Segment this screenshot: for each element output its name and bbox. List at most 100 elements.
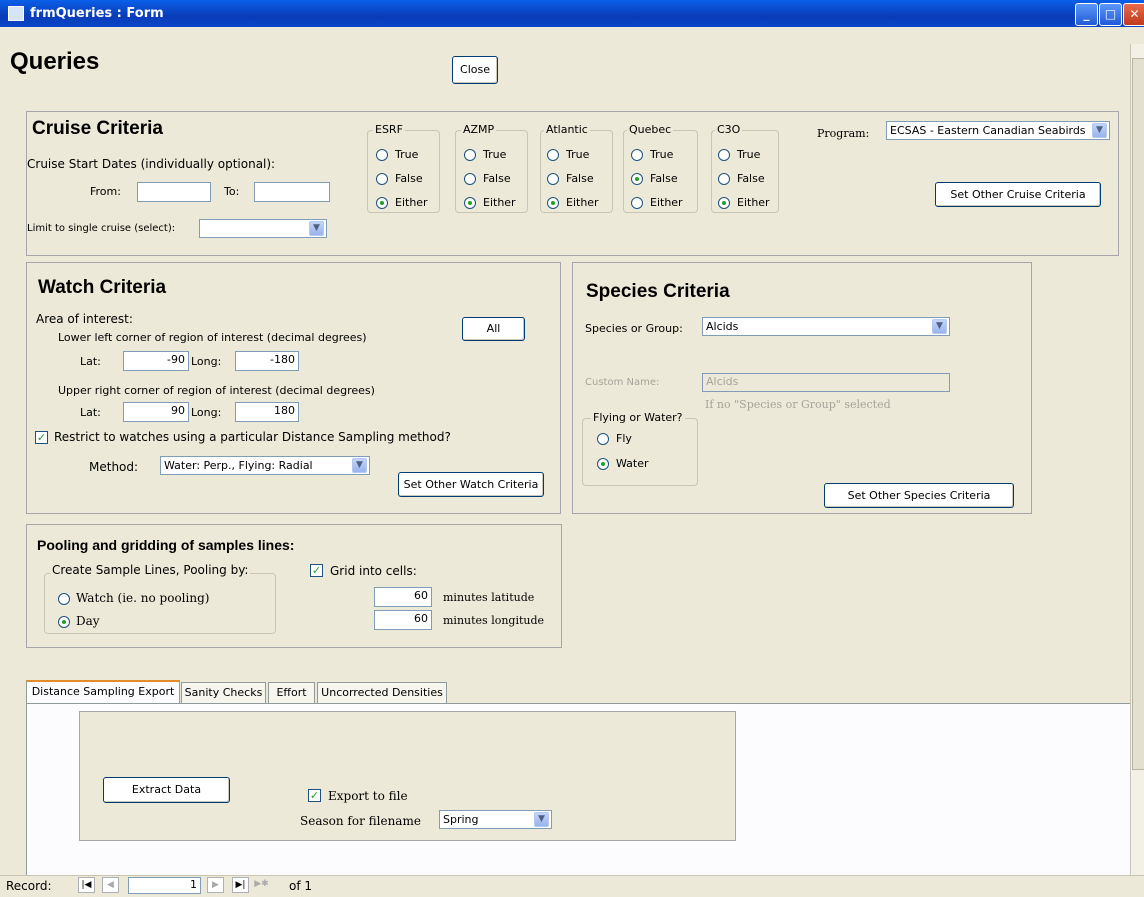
close-window-button[interactable]: ✕ (1123, 3, 1144, 26)
quebec-true-radio[interactable] (631, 149, 643, 161)
all-button[interactable]: All (462, 317, 525, 341)
cruise-criteria-heading: Cruise Criteria (32, 118, 163, 139)
c3o-false-radio[interactable] (718, 173, 730, 185)
tab-sanity-checks[interactable]: Sanity Checks (181, 682, 266, 704)
restrict-checkbox[interactable]: ✓ (35, 431, 48, 444)
upper-lat-input[interactable]: 90 (123, 402, 189, 422)
atlantic-false-radio[interactable] (547, 173, 559, 185)
c3o-label: C3O (715, 123, 743, 136)
atlantic-either-radio[interactable] (547, 197, 559, 209)
pooling-heading: Pooling and gridding of samples lines: (37, 537, 295, 553)
first-record-icon[interactable]: |◀ (78, 877, 95, 893)
fly-label: Fly (616, 432, 632, 445)
c3o-either-radio[interactable] (718, 197, 730, 209)
from-label: From: (90, 185, 121, 198)
azmp-false-radio[interactable] (464, 173, 476, 185)
c3o-false-label: False (737, 172, 765, 185)
grid-label: Grid into cells: (330, 564, 417, 578)
close-form-button[interactable]: Close (452, 56, 498, 84)
long-minutes-input[interactable]: 60 (374, 610, 432, 630)
upper-long-label: Long: (191, 406, 222, 419)
atlantic-false-label: False (566, 172, 594, 185)
set-other-watch-criteria-button[interactable]: Set Other Watch Criteria (398, 472, 544, 497)
minimize-button[interactable]: _ (1075, 3, 1098, 26)
tab-uncorrected-densities[interactable]: Uncorrected Densities (317, 682, 447, 704)
azmp-either-radio[interactable] (464, 197, 476, 209)
window-title: frmQueries : Form (30, 6, 164, 21)
esrf-either-radio[interactable] (376, 197, 388, 209)
c3o-true-label: True (737, 148, 761, 161)
vertical-scrollbar[interactable] (1130, 44, 1144, 875)
method-label: Method: (89, 460, 139, 474)
species-group-select[interactable]: Alcids (702, 317, 950, 336)
lat-minutes-input[interactable]: 60 (374, 587, 432, 607)
quebec-false-label: False (650, 172, 678, 185)
quebec-label: Quebec (627, 123, 674, 136)
program-dropdown-icon[interactable]: ▼ (1092, 123, 1107, 138)
c3o-true-radio[interactable] (718, 149, 730, 161)
lat-minutes-label: minutes latitude (443, 591, 535, 604)
upper-lat-label: Lat: (80, 406, 101, 419)
species-dropdown-icon[interactable]: ▼ (932, 319, 947, 334)
lower-lat-label: Lat: (80, 355, 101, 368)
restrict-label: Restrict to watches using a particular D… (54, 430, 451, 444)
esrf-true-radio[interactable] (376, 149, 388, 161)
season-dropdown-icon[interactable]: ▼ (534, 812, 549, 827)
form-icon (8, 6, 24, 21)
custom-name-input[interactable]: Alcids (702, 373, 950, 392)
lower-long-label: Long: (191, 355, 222, 368)
set-other-cruise-criteria-button[interactable]: Set Other Cruise Criteria (935, 182, 1101, 207)
lower-left-label: Lower left corner of region of interest … (58, 331, 367, 344)
esrf-false-label: False (395, 172, 423, 185)
last-record-icon[interactable]: ▶| (232, 877, 249, 893)
extract-data-button[interactable]: Extract Data (103, 777, 230, 803)
record-number-input[interactable]: 1 (128, 877, 201, 894)
maximize-button[interactable]: □ (1099, 3, 1122, 26)
quebec-false-radio[interactable] (631, 173, 643, 185)
atlantic-true-label: True (566, 148, 590, 161)
lower-long-input[interactable]: -180 (235, 351, 299, 371)
record-label: Record: (6, 879, 52, 893)
esrf-either-label: Either (395, 196, 428, 209)
title-bar: frmQueries : Form _ □ ✕ (0, 0, 1144, 27)
single-cruise-select[interactable] (199, 219, 327, 238)
flying-water-label: Flying or Water? (591, 411, 685, 424)
method-dropdown-icon[interactable]: ▼ (352, 458, 367, 473)
pool-watch-radio[interactable] (58, 593, 70, 605)
atlantic-true-radio[interactable] (547, 149, 559, 161)
fly-radio[interactable] (597, 433, 609, 445)
quebec-either-label: Either (650, 196, 683, 209)
custom-name-note: If no "Species or Group" selected (705, 398, 891, 411)
export-checkbox[interactable]: ✓ (308, 789, 321, 802)
create-sample-lines-label: Create Sample Lines, Pooling by: (50, 563, 251, 577)
scrollbar-thumb[interactable] (1132, 58, 1144, 770)
azmp-label: AZMP (461, 123, 497, 136)
c3o-either-label: Either (737, 196, 770, 209)
esrf-false-radio[interactable] (376, 173, 388, 185)
set-other-species-criteria-button[interactable]: Set Other Species Criteria (824, 483, 1014, 508)
lower-lat-input[interactable]: -90 (123, 351, 189, 371)
custom-name-label: Custom Name: (585, 377, 660, 388)
water-radio[interactable] (597, 458, 609, 470)
program-select[interactable]: ECSAS - Eastern Canadian Seabirds (886, 121, 1110, 140)
tab-effort[interactable]: Effort (268, 682, 315, 704)
single-cruise-dropdown-icon[interactable]: ▼ (309, 221, 324, 236)
previous-record-icon[interactable]: ◀ (102, 877, 119, 893)
record-count-label: of 1 (289, 879, 313, 893)
azmp-true-radio[interactable] (464, 149, 476, 161)
pool-day-radio[interactable] (58, 616, 70, 628)
export-label: Export to file (328, 789, 408, 803)
water-label: Water (616, 457, 649, 470)
upper-long-input[interactable]: 180 (235, 402, 299, 422)
tab-distance-sampling-export[interactable]: Distance Sampling Export (26, 680, 180, 704)
to-date-input[interactable] (254, 182, 330, 202)
program-label: Program: (817, 127, 870, 140)
grid-checkbox[interactable]: ✓ (310, 564, 323, 577)
azmp-either-label: Either (483, 196, 516, 209)
method-select[interactable]: Water: Perp., Flying: Radial (160, 456, 370, 475)
new-record-icon[interactable]: ▶✱ (253, 877, 270, 893)
from-date-input[interactable] (137, 182, 211, 202)
quebec-either-radio[interactable] (631, 197, 643, 209)
quebec-true-label: True (650, 148, 674, 161)
next-record-icon[interactable]: ▶ (207, 877, 224, 893)
